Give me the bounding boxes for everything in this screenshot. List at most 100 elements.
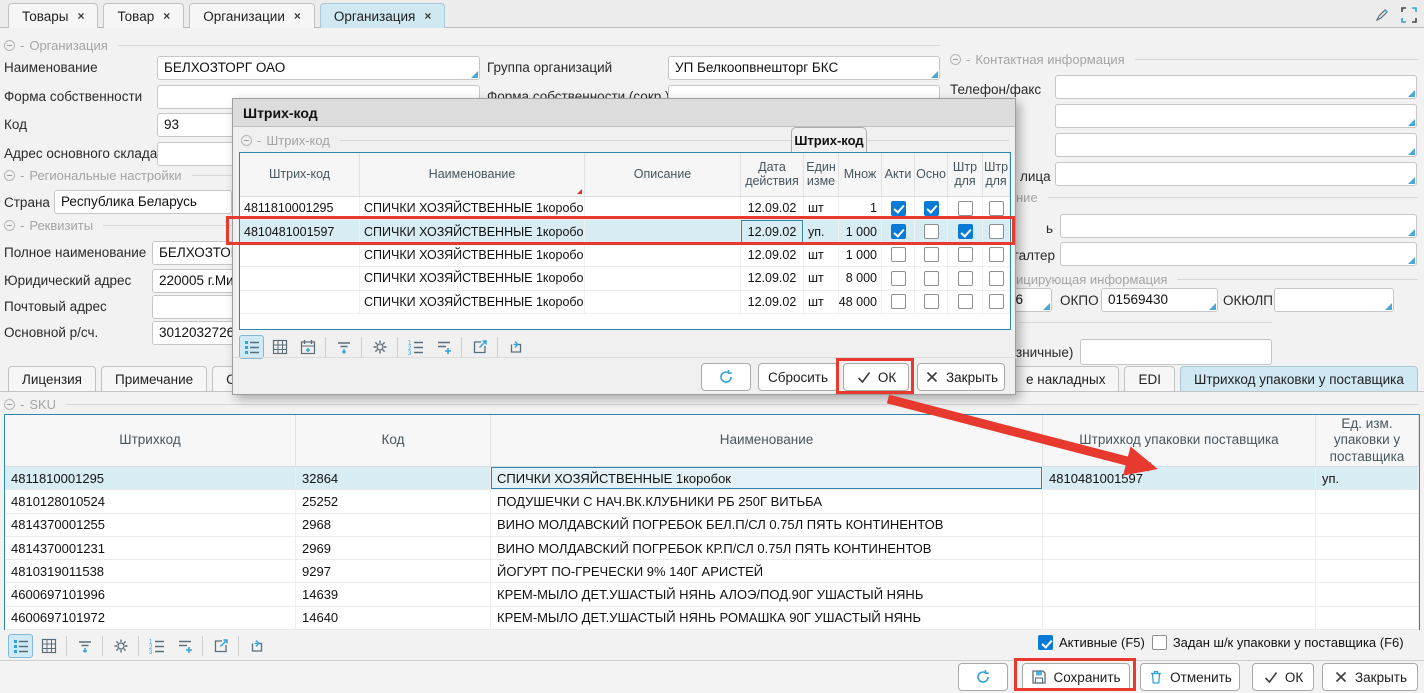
column-header[interactable]: Штрихкод упаковки поставщика [1043, 415, 1316, 466]
country-input[interactable]: Республика Беларусь [54, 190, 232, 214]
flag2-checkbox[interactable] [989, 294, 1004, 309]
column-header[interactable]: Дата действия [741, 153, 804, 196]
column-header[interactable]: Един изме [804, 153, 839, 196]
table-row[interactable]: 4814370001255 2968 ВИНО МОЛДАВСКИЙ ПОГРЕ… [5, 514, 1419, 537]
detail-tab[interactable]: Примечание [101, 366, 207, 391]
main-checkbox[interactable] [924, 201, 939, 216]
table-row[interactable]: 4600697101996 14639 КРЕМ-МЫЛО ДЕТ.УШАСТЫ… [5, 583, 1419, 606]
collapse-icon[interactable] [4, 399, 15, 410]
name-input[interactable]: БЕЛХОЗТОРГ ОАО [157, 56, 480, 80]
table-row[interactable]: 4810481001597 СПИЧКИ ХОЗЯЙСТВЕННЫЕ 1коро… [240, 220, 1010, 243]
active-checkbox[interactable] [891, 294, 906, 309]
flag1-checkbox[interactable] [958, 271, 973, 286]
collapse-icon[interactable] [4, 220, 15, 231]
retail-input[interactable] [1080, 339, 1272, 365]
active-checkbox[interactable] [891, 271, 906, 286]
director-input[interactable] [1060, 214, 1417, 238]
flag1-checkbox[interactable] [958, 224, 973, 239]
gear-icon[interactable] [108, 634, 133, 658]
code-input[interactable]: 93 [157, 113, 235, 137]
active-checkbox[interactable] [891, 224, 906, 239]
table-row[interactable]: 4810319011538 9297 ЙОГУРТ ПО-ГРЕЧЕСКИ 9%… [5, 560, 1419, 583]
flag2-checkbox[interactable] [989, 224, 1004, 239]
table-row[interactable]: 4810128010524 25252 ПОДУШЕЧКИ С НАЧ.ВК.К… [5, 490, 1419, 513]
column-header[interactable]: Осно [915, 153, 948, 196]
org-group-input[interactable]: УП Белкоопвнешторг БКС [668, 56, 940, 80]
window-tab[interactable]: Организации × [189, 3, 315, 28]
okulp-input[interactable] [1274, 288, 1394, 312]
detail-tab[interactable]: Лицензия [8, 366, 96, 391]
grid-view-icon[interactable] [267, 335, 292, 359]
contact-person-input[interactable] [1055, 162, 1417, 186]
main-checkbox[interactable] [924, 271, 939, 286]
collapse-icon[interactable] [241, 135, 252, 146]
phone-input[interactable] [1055, 75, 1417, 99]
collapse-icon[interactable] [4, 170, 15, 181]
column-header[interactable]: Наименование [360, 153, 585, 196]
table-row[interactable]: 4814370001231 2969 ВИНО МОЛДАВСКИЙ ПОГРЕ… [5, 537, 1419, 560]
table-row[interactable]: СПИЧКИ ХОЗЯЙСТВЕННЫЕ 1коробок 12.09.02 ш… [240, 291, 1010, 314]
export-icon[interactable] [208, 634, 233, 658]
calendar-icon[interactable] [295, 335, 320, 359]
table-row[interactable]: СПИЧКИ ХОЗЯЙСТВЕННЫЕ 1коробок 12.09.02 ш… [240, 267, 1010, 290]
refresh-button[interactable] [958, 663, 1008, 691]
window-tab[interactable]: Организация × [320, 3, 445, 28]
add-rows-icon[interactable] [431, 335, 456, 359]
flag2-checkbox[interactable] [989, 247, 1004, 262]
filter-checkbox[interactable] [1038, 635, 1053, 650]
contact-input-2[interactable] [1055, 104, 1417, 128]
accountant-input[interactable] [1060, 242, 1417, 266]
numbered-list-icon[interactable]: 123 [403, 335, 428, 359]
detail-tab[interactable]: EDI [1124, 366, 1175, 391]
add-rows-icon[interactable] [172, 634, 197, 658]
export-icon[interactable] [467, 335, 492, 359]
ok-button[interactable]: ОК [1252, 663, 1314, 691]
column-header[interactable]: Акти [882, 153, 915, 196]
table-row[interactable]: 4600697101972 14640 КРЕМ-МЫЛО ДЕТ.УШАСТЫ… [5, 607, 1419, 630]
filter-icon[interactable] [72, 634, 97, 658]
numbered-list-icon[interactable]: 123 [144, 634, 169, 658]
expand-icon[interactable] [1399, 5, 1418, 24]
modal-ok-button[interactable]: ОК [843, 363, 909, 391]
collapse-icon[interactable] [4, 40, 15, 51]
list-view-icon[interactable] [239, 335, 264, 359]
main-checkbox[interactable] [924, 224, 939, 239]
active-checkbox[interactable] [891, 247, 906, 262]
close-tab-icon[interactable]: × [424, 10, 431, 22]
edit-pencil-icon[interactable] [1372, 5, 1391, 24]
close-tab-icon[interactable]: × [77, 10, 84, 22]
column-header[interactable]: Ед. изм. упаковки у поставщика [1316, 415, 1419, 466]
filter-checkbox[interactable] [1152, 635, 1167, 650]
flag1-checkbox[interactable] [958, 294, 973, 309]
modal-reset-button[interactable]: Сбросить [758, 363, 838, 391]
collapse-icon[interactable] [950, 54, 961, 65]
flag1-checkbox[interactable] [958, 247, 973, 262]
main-checkbox[interactable] [924, 247, 939, 262]
flag1-checkbox[interactable] [958, 201, 973, 216]
contact-input-3[interactable] [1055, 133, 1417, 157]
column-header[interactable]: Штрих-код [240, 153, 360, 196]
column-header[interactable]: Штр для [948, 153, 983, 196]
column-header[interactable]: Наименование [491, 415, 1043, 466]
window-tab[interactable]: Товары × [8, 3, 98, 28]
column-header[interactable]: Штр для [983, 153, 1010, 196]
modal-tab-barcode[interactable]: Штрих-код [791, 127, 867, 152]
grid-view-icon[interactable] [36, 634, 61, 658]
flag2-checkbox[interactable] [989, 271, 1004, 286]
reload-icon[interactable] [244, 634, 269, 658]
detail-tab[interactable]: е накладных [1012, 366, 1119, 391]
close-tab-icon[interactable]: × [294, 10, 301, 22]
column-header[interactable]: Множ [839, 153, 882, 196]
column-header[interactable]: Описание [585, 153, 741, 196]
flag2-checkbox[interactable] [989, 201, 1004, 216]
close-button[interactable]: Закрыть [1322, 663, 1418, 691]
table-row[interactable]: 4811810001295 СПИЧКИ ХОЗЯЙСТВЕННЫЕ 1коро… [240, 197, 1010, 220]
table-row[interactable]: СПИЧКИ ХОЗЯЙСТВЕННЫЕ 1коробок 12.09.02 ш… [240, 244, 1010, 267]
okpo-input[interactable]: 01569430 [1101, 288, 1218, 312]
main-checkbox[interactable] [924, 294, 939, 309]
column-header[interactable]: Код [296, 415, 491, 466]
gear-icon[interactable] [367, 335, 392, 359]
window-tab[interactable]: Товар × [103, 3, 184, 28]
cancel-button[interactable]: Отменить [1140, 663, 1240, 691]
close-tab-icon[interactable]: × [163, 10, 170, 22]
